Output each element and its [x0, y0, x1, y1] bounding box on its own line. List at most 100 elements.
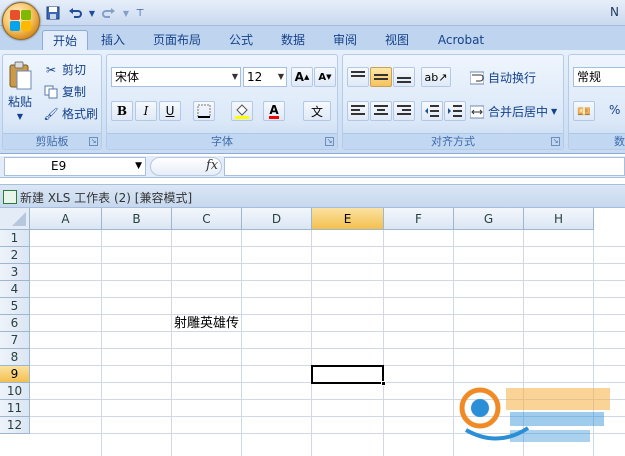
copy-button[interactable]: 复制 [43, 83, 86, 100]
align-left-button[interactable] [347, 101, 369, 121]
accounting-button[interactable]: 💴 [573, 101, 595, 121]
wrap-text-button[interactable]: 自动换行 [469, 69, 536, 86]
chevron-down-icon[interactable]: ▼ [122, 4, 130, 22]
fill-handle[interactable] [381, 381, 386, 386]
cell-c6[interactable]: 射雕英雄传 [174, 315, 239, 332]
dialog-launcher-icon[interactable]: ↘ [325, 137, 334, 146]
decrease-indent-button[interactable] [421, 101, 443, 121]
gridline [30, 246, 625, 247]
phonetic-label: 文 [310, 104, 323, 119]
row-header-7[interactable]: 7 [0, 332, 30, 349]
bold-button[interactable]: B [111, 101, 133, 121]
orientation-button[interactable]: ab↗ [421, 67, 451, 87]
align-middle-button[interactable] [370, 67, 392, 87]
dialog-launcher-icon[interactable]: ↘ [551, 137, 560, 146]
font-name-select[interactable]: 宋体 ▼ [111, 67, 241, 87]
merge-center-icon [469, 104, 485, 120]
tab-view[interactable]: 视图 [380, 30, 414, 50]
tab-data[interactable]: 数据 [276, 30, 310, 50]
column-header-h[interactable]: H [524, 208, 594, 230]
underline-button[interactable]: U [159, 101, 181, 121]
font-group: 宋体 ▼ 12 ▼ A ▲ A ▼ B I U A 文 字体 ↘ [106, 54, 338, 150]
column-header-e[interactable]: E [312, 208, 384, 230]
borders-button[interactable] [193, 101, 215, 121]
percent-button[interactable]: % [609, 103, 620, 117]
column-header-b[interactable]: B [102, 208, 172, 230]
phonetic-button[interactable]: 文 [303, 101, 331, 121]
name-box-value: E9 [51, 159, 67, 173]
copy-label: 复制 [62, 85, 87, 99]
number-group: 常规 💴 % 数 [568, 54, 625, 150]
row-header-4[interactable]: 4 [0, 281, 30, 298]
tab-home[interactable]: 开始 [42, 30, 88, 50]
font-size-select[interactable]: 12 ▼ [243, 67, 287, 87]
row-header-10[interactable]: 10 [0, 383, 30, 400]
column-header-a[interactable]: A [30, 208, 102, 230]
align-middle-icon [374, 74, 388, 80]
paintbrush-icon: 🖌 [43, 106, 59, 121]
row-header-6[interactable]: 6 [0, 315, 30, 332]
align-bottom-button[interactable] [393, 67, 415, 87]
increase-indent-button[interactable] [444, 101, 466, 121]
dialog-launcher-icon[interactable]: ↘ [89, 137, 98, 146]
align-center-icon [374, 105, 388, 115]
font-size-value: 12 [247, 70, 263, 84]
redo-icon[interactable] [100, 4, 118, 22]
row-header-11[interactable]: 11 [0, 400, 30, 417]
row-header-1[interactable]: 1 [0, 230, 30, 247]
column-header-c[interactable]: C [172, 208, 242, 230]
chevron-down-icon: ▼ [277, 72, 284, 81]
row-header-8[interactable]: 8 [0, 349, 30, 366]
wrap-text-icon [469, 70, 485, 86]
name-box[interactable]: E9 ▼ [4, 157, 146, 176]
save-icon[interactable] [44, 4, 62, 22]
row-header-2[interactable]: 2 [0, 247, 30, 264]
customize-qat-icon[interactable]: ⊤ [134, 4, 146, 22]
shrink-font-button[interactable]: A ▼ [314, 67, 336, 87]
format-painter-button[interactable]: 🖌 格式刷 [43, 105, 98, 122]
tab-insert[interactable]: 插入 [96, 30, 130, 50]
tab-page-layout[interactable]: 页面布局 [146, 30, 208, 50]
undo-icon[interactable] [66, 4, 84, 22]
column-header-f[interactable]: F [384, 208, 454, 230]
borders-icon [197, 104, 211, 118]
formula-input[interactable] [224, 157, 625, 176]
align-center-button[interactable] [370, 101, 392, 121]
italic-button[interactable]: I [135, 101, 157, 121]
tab-review[interactable]: 审阅 [328, 30, 362, 50]
number-format-select[interactable]: 常规 [573, 67, 625, 87]
align-right-button[interactable] [393, 101, 415, 121]
chevron-down-icon[interactable]: ▼ [88, 4, 96, 22]
row-header-5[interactable]: 5 [0, 298, 30, 315]
align-right-icon [397, 105, 411, 115]
column-header-g[interactable]: G [454, 208, 524, 230]
align-top-button[interactable] [347, 67, 369, 87]
merge-center-button[interactable]: 合并后居中 ▼ [469, 103, 557, 120]
paint-bucket-icon [235, 104, 249, 119]
column-header-d[interactable]: D [242, 208, 312, 230]
window-title: N [610, 5, 619, 19]
select-all-corner[interactable] [0, 208, 30, 230]
fill-color-button[interactable] [231, 101, 253, 121]
tab-acrobat[interactable]: Acrobat [432, 30, 490, 50]
watermark-logo [459, 387, 610, 442]
align-left-icon [351, 105, 365, 115]
grow-font-button[interactable]: A ▲ [291, 67, 313, 87]
row-header-3[interactable]: 3 [0, 264, 30, 281]
alignment-group-label: 对齐方式 [343, 133, 563, 149]
row-header-12[interactable]: 12 [0, 417, 30, 434]
paste-icon [9, 61, 32, 90]
insert-function-icon[interactable]: fx [206, 158, 218, 173]
title-bar: ▼ ▼ ⊤ N [0, 0, 625, 26]
number-format-value: 常规 [577, 70, 602, 84]
font-color-button[interactable]: A [263, 101, 285, 121]
office-logo-icon [10, 10, 32, 32]
office-button[interactable] [2, 2, 40, 40]
paste-button[interactable]: 粘贴 ▼ [7, 61, 33, 121]
cut-button[interactable]: ✂ 剪切 [43, 61, 86, 78]
row-header-9[interactable]: 9 [0, 366, 30, 383]
wrap-text-label: 自动换行 [488, 71, 537, 85]
active-cell[interactable] [311, 365, 386, 386]
tab-formulas[interactable]: 公式 [224, 30, 258, 50]
align-top-icon [351, 71, 365, 77]
